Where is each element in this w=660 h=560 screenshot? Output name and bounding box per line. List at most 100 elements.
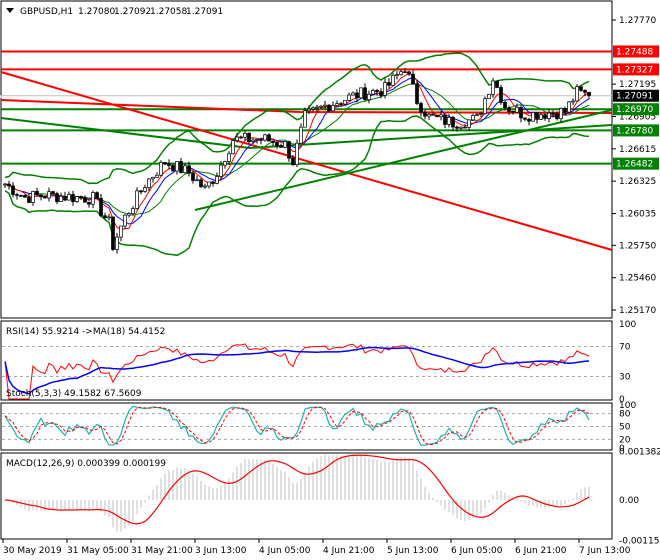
- candle: [39, 194, 43, 201]
- candle: [135, 187, 139, 210]
- time-tick: 6 Jun 05:00: [451, 546, 503, 556]
- time-tick: 31 May 05:00: [67, 546, 129, 556]
- descending-trendline: [0, 71, 613, 251]
- ascending-trendline: [194, 109, 613, 211]
- collapse-triangle-icon[interactable]: [6, 8, 14, 13]
- candle: [35, 187, 39, 197]
- price-level-label: 1.27091: [616, 92, 653, 102]
- header-low: 1.27058: [150, 7, 187, 17]
- candle: [275, 141, 279, 149]
- candle: [191, 171, 195, 184]
- time-tick: 4 Jun 21:00: [323, 546, 375, 556]
- candle: [63, 191, 67, 202]
- price-tick: 1.25170: [619, 306, 656, 316]
- candle: [467, 119, 471, 131]
- candle: [215, 172, 219, 185]
- candle: [531, 112, 535, 122]
- chart-canvas[interactable]: 1.277701.271951.269051.266151.263251.260…: [0, 0, 660, 560]
- price-level-label: 1.26780: [616, 126, 653, 136]
- rsi-label: RSI(14) 55.9214 ->MA(18) 54.4152: [6, 327, 165, 337]
- candle: [451, 115, 455, 131]
- time-tick: 4 Jun 05:00: [259, 546, 311, 556]
- price-tick: 1.27770: [619, 16, 656, 26]
- header-high: 1.27092: [114, 7, 151, 17]
- candle: [343, 99, 347, 105]
- candle: [271, 140, 275, 146]
- candle: [427, 112, 431, 121]
- candle: [207, 181, 211, 189]
- stoch-label: Stoch(5,3,3) 49.1582 67.5609: [6, 389, 142, 399]
- price-tick: 1.27195: [619, 80, 656, 90]
- candle: [287, 140, 291, 162]
- price-tick: 1.25460: [619, 274, 656, 284]
- candle: [119, 225, 123, 242]
- candle: [203, 183, 207, 189]
- candle: [471, 113, 475, 122]
- rsi-ma-line: [4, 346, 590, 395]
- trading-chart-window: 1.27770 1.27195 1.26905 1.26615 1.26325 1.260…: [0, 0, 660, 560]
- candle: [151, 176, 155, 183]
- candle: [535, 112, 539, 124]
- candle: [359, 87, 363, 99]
- candle: [543, 112, 547, 121]
- header-close: 1.27091: [186, 7, 223, 17]
- candle: [139, 189, 143, 195]
- candle: [123, 214, 127, 229]
- candle: [59, 192, 63, 203]
- candle: [415, 80, 419, 106]
- macd-tick: -0.001157: [619, 536, 660, 546]
- candle: [91, 190, 95, 209]
- candle: [83, 195, 87, 203]
- candle: [71, 190, 75, 206]
- candle: [411, 70, 415, 85]
- candle: [283, 141, 287, 149]
- candle: [579, 85, 583, 92]
- candle: [363, 83, 367, 101]
- candle: [115, 232, 119, 254]
- candle: [299, 123, 303, 144]
- candle: [107, 213, 111, 221]
- price-level-label: 1.27488: [616, 47, 653, 57]
- header-symbol: GBPUSD,H1: [20, 7, 73, 17]
- candle: [311, 106, 315, 112]
- time-tick: 5 Jun 13:00: [387, 546, 439, 556]
- macd-tick: 0.001382: [619, 448, 660, 458]
- macd-tick: 0.00: [619, 496, 639, 506]
- rsi-tick: 30: [619, 373, 631, 383]
- candle: [547, 109, 551, 123]
- candle: [7, 180, 11, 190]
- candle: [199, 177, 203, 189]
- candle: [391, 73, 395, 86]
- candle: [407, 70, 411, 76]
- candle: [443, 113, 447, 129]
- price-tick: 1.26615: [619, 145, 656, 155]
- candle: [15, 192, 19, 200]
- candle: [519, 105, 523, 123]
- candle: [483, 96, 487, 115]
- candle: [487, 93, 491, 100]
- candle: [279, 143, 283, 148]
- candle: [239, 135, 243, 139]
- candle: [19, 194, 23, 197]
- candle: [419, 101, 423, 117]
- candle: [47, 187, 51, 202]
- price-level-label: 1.27327: [616, 65, 653, 75]
- candle: [571, 98, 575, 105]
- candle: [527, 117, 531, 126]
- time-tick: 6 Jun 21:00: [515, 546, 567, 556]
- price-tick: 1.26035: [619, 210, 656, 220]
- candle: [383, 78, 387, 99]
- candle: [11, 181, 15, 198]
- candle: [375, 88, 379, 96]
- candle: [27, 193, 31, 203]
- candle: [335, 100, 339, 106]
- candle: [51, 190, 55, 194]
- candle: [395, 70, 399, 80]
- candle: [163, 162, 167, 166]
- candle: [567, 101, 571, 114]
- candle: [435, 114, 439, 118]
- candle: [111, 216, 115, 252]
- candle: [143, 184, 147, 193]
- candle: [347, 92, 351, 102]
- time-tick: 7 Jun 13:00: [579, 546, 631, 556]
